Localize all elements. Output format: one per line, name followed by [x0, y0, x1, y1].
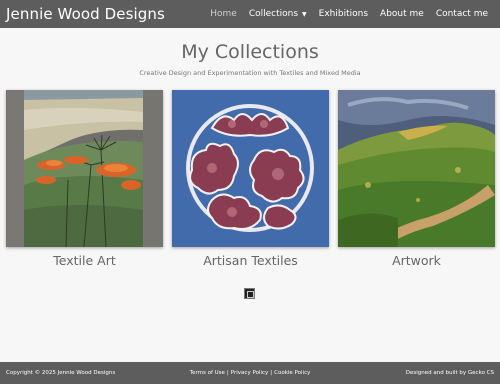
- collection-card-artwork[interactable]: Artwork: [338, 90, 495, 268]
- page-subtitle: Creative Design and Experimentation with…: [139, 69, 361, 77]
- caret-down-icon: ▼: [302, 10, 307, 18]
- nav-about[interactable]: About me: [374, 9, 430, 19]
- main-nav: Home Collections ▼ Exhibitions About me …: [204, 9, 494, 19]
- nav-collections[interactable]: Collections ▼: [243, 9, 313, 19]
- nav-contact-label: Contact me: [435, 9, 488, 19]
- site-header: Jennie Wood Designs Home Collections ▼ E…: [0, 0, 500, 28]
- privacy-policy-link[interactable]: Privacy Policy: [231, 370, 268, 376]
- artisan-textiles-image[interactable]: [172, 90, 329, 247]
- textile-art-label[interactable]: Textile Art: [6, 253, 163, 268]
- footer-credit[interactable]: Designed and built by Gecko CS: [331, 370, 494, 376]
- collection-card-textile-art[interactable]: Textile Art: [6, 90, 163, 268]
- collection-card-artisan-textiles[interactable]: Artisan Textiles: [172, 90, 329, 268]
- brand-logo-text[interactable]: Jennie Wood Designs: [6, 5, 165, 23]
- terms-of-use-link[interactable]: Terms of Use: [190, 370, 225, 376]
- artisan-textiles-label[interactable]: Artisan Textiles: [172, 253, 329, 268]
- artwork-label[interactable]: Artwork: [338, 253, 495, 268]
- artwork-image[interactable]: [338, 90, 495, 247]
- site-badge-icon: [244, 288, 255, 299]
- nav-exhibitions[interactable]: Exhibitions: [313, 9, 374, 19]
- nav-about-label: About me: [380, 9, 424, 19]
- nav-home-label: Home: [210, 9, 237, 19]
- textile-art-image[interactable]: [6, 90, 163, 247]
- cookie-policy-link[interactable]: Cookie Policy: [274, 370, 310, 376]
- nav-home[interactable]: Home: [204, 9, 243, 19]
- footer-separator: |: [270, 370, 273, 376]
- page-title: My Collections: [181, 41, 319, 63]
- footer-links: Terms of Use | Privacy Policy | Cookie P…: [169, 370, 332, 376]
- nav-collections-label: Collections: [248, 9, 299, 19]
- footer-copyright: Copyright © 2025 Jennie Wood Designs: [6, 370, 116, 376]
- nav-exhibitions-label: Exhibitions: [318, 9, 369, 19]
- footer-separator: |: [226, 370, 229, 376]
- nav-contact[interactable]: Contact me: [430, 9, 494, 19]
- site-footer: Copyright © 2025 Jennie Wood Designs Ter…: [0, 362, 500, 384]
